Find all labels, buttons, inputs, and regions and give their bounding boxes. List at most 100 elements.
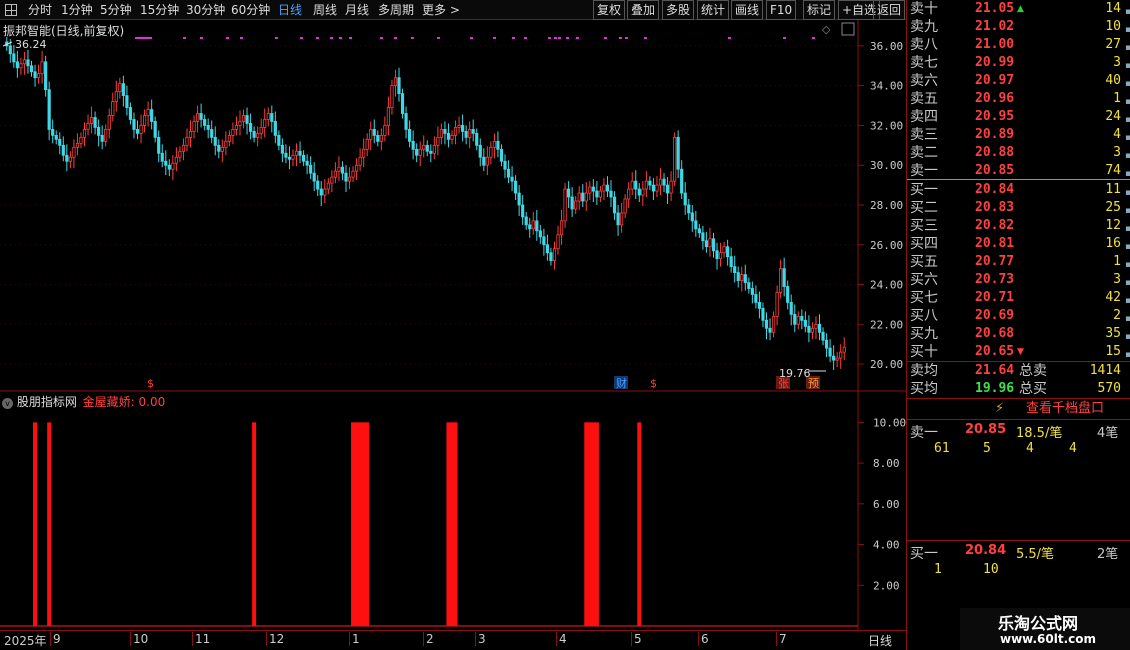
- candle-body: [75, 142, 80, 148]
- candle-body: [372, 129, 376, 136]
- buy-row-1[interactable]: 买二 20.83 25 ▪: [907, 199, 1130, 217]
- level-price: 20.73: [975, 272, 1015, 287]
- buy-row-6[interactable]: 买七 20.71 42 ▪: [907, 289, 1130, 307]
- level-volume: 35: [1105, 326, 1121, 341]
- period-tab-0[interactable]: 分时: [28, 1, 52, 19]
- candle-body: [627, 188, 631, 200]
- toolbar-action-4[interactable]: 画线: [731, 0, 764, 20]
- candle-body: [188, 131, 193, 138]
- candle-body: [379, 134, 383, 142]
- grid-icon[interactable]: [5, 4, 17, 16]
- candle-body: [662, 178, 666, 186]
- candle-body: [793, 313, 797, 325]
- sell-row-9[interactable]: 卖一 20.85 74 ▪: [907, 162, 1130, 180]
- buy-row-0[interactable]: 买一 20.84 11 ▪: [907, 181, 1130, 199]
- period-tab-7[interactable]: 周线: [313, 1, 337, 19]
- sell-row-3[interactable]: 卖七 20.99 3 ▪: [907, 54, 1130, 72]
- view-qiandang-button[interactable]: ⚡ 查看千档盘口: [907, 399, 1130, 418]
- signal-bar: [587, 422, 592, 626]
- candle-body: [634, 180, 638, 190]
- sell-row-0[interactable]: 卖十 21.05 14 ▪ ▲: [907, 0, 1130, 18]
- candle-body: [220, 146, 224, 152]
- indicator-y-label: 2.00: [873, 579, 900, 592]
- order-size: 5: [983, 441, 991, 456]
- candle-body: [757, 302, 762, 309]
- buy-row-3[interactable]: 买四 20.81 16 ▪: [907, 235, 1130, 253]
- candle-body: [15, 61, 19, 69]
- detail-price: 20.85: [965, 422, 1007, 437]
- period-tab-6[interactable]: 日线: [278, 1, 302, 19]
- candle-body: [711, 238, 716, 252]
- level-volume: 24: [1105, 109, 1121, 124]
- edge-marker-icon: ▪: [1125, 350, 1130, 360]
- toolbar-action-5[interactable]: F10: [766, 0, 797, 20]
- signal-dot: [275, 37, 278, 39]
- candle-body: [567, 188, 571, 198]
- candle-body: [362, 148, 366, 158]
- watermark-title: 乐淘公式网: [998, 614, 1079, 633]
- signal-bar: [351, 422, 356, 626]
- toolbar-action-3[interactable]: 统计: [697, 0, 730, 20]
- sell-row-7[interactable]: 卖三 20.89 4 ▪: [907, 126, 1130, 144]
- candle-body: [8, 45, 12, 55]
- candle-body: [114, 91, 118, 102]
- period-tab-1[interactable]: 1分钟: [61, 1, 93, 19]
- period-tab-9[interactable]: 多周期: [378, 1, 414, 19]
- top-toolbar: 分时 1分钟 5分钟 15分钟 30分钟 60分钟 日线 周线 月线 多周期 更多 > 复权 叠加 多股统…: [0, 0, 906, 20]
- period-tab-8[interactable]: 月线: [345, 1, 369, 19]
- candle-body: [531, 220, 535, 230]
- level-price: 20.68: [975, 326, 1015, 341]
- period-tab-5[interactable]: 60分钟: [231, 1, 270, 19]
- sell-row-8[interactable]: 卖二 20.88 3 ▪: [907, 144, 1130, 162]
- indicator-name[interactable]: 股朋指标网: [17, 395, 77, 409]
- candle-body: [503, 160, 507, 170]
- candlestick-chart[interactable]: ◇ 36.00 34.00 32.00 30.00 28.00 26.00 24.00 22.0…: [0, 20, 906, 392]
- candle-body: [595, 190, 599, 198]
- buy-row-2[interactable]: 买三 20.82 12 ▪: [907, 217, 1130, 235]
- candle-body: [365, 138, 369, 150]
- sell-row-1[interactable]: 卖九 21.02 10 ▪: [907, 18, 1130, 36]
- edge-marker-icon: ▪: [1125, 7, 1130, 17]
- level-volume: 42: [1105, 290, 1121, 305]
- candle-body: [326, 182, 330, 190]
- buy-row-9[interactable]: 买十 20.65 15 ▪ ▼: [907, 343, 1130, 361]
- toolbar-action-8[interactable]: 返回: [873, 0, 906, 20]
- buy-row-4[interactable]: 买五 20.77 1 ▪: [907, 253, 1130, 271]
- candle-body: [40, 61, 44, 75]
- event-mark: 财: [616, 376, 627, 390]
- toolbar-action-6[interactable]: 标记: [803, 0, 836, 20]
- chevron-down-icon[interactable]: v: [2, 398, 13, 409]
- candle-body: [301, 154, 306, 162]
- candle-body: [287, 156, 292, 160]
- indicator-chart[interactable]: 10.00 8.00 6.00 4.00 2.00: [0, 392, 906, 630]
- candle-body: [641, 188, 645, 196]
- signal-dot: [339, 37, 342, 39]
- buy-row-8[interactable]: 买九 20.68 35 ▪: [907, 325, 1130, 343]
- candle-body: [206, 125, 210, 130]
- candle-body: [351, 170, 355, 178]
- sell-row-6[interactable]: 卖四 20.95 24 ▪: [907, 108, 1130, 126]
- period-tab-3[interactable]: 15分钟: [140, 1, 179, 19]
- candle-body: [680, 168, 684, 194]
- candle-body: [754, 294, 758, 303]
- sell-row-5[interactable]: 卖五 20.96 1 ▪: [907, 90, 1130, 108]
- toolbar-action-0[interactable]: 复权: [593, 0, 626, 20]
- toolbar-action-1[interactable]: 叠加: [627, 0, 660, 20]
- level-name: 卖六: [910, 73, 938, 89]
- buy-row-7[interactable]: 买八 20.69 2 ▪: [907, 307, 1130, 325]
- candle-body: [12, 53, 16, 63]
- toolbar-action-2[interactable]: 多股: [662, 0, 695, 20]
- candle-body: [107, 115, 111, 130]
- candle-body: [72, 146, 76, 158]
- sell-row-4[interactable]: 卖六 20.97 40 ▪: [907, 72, 1130, 90]
- candle-body: [54, 134, 58, 140]
- detail-per-order: 18.5/笔: [1016, 426, 1063, 441]
- sell-row-2[interactable]: 卖八 21.00 27 ▪: [907, 36, 1130, 54]
- total-label: 总买: [1019, 381, 1047, 397]
- period-tab-4[interactable]: 30分钟: [186, 1, 225, 19]
- candle-body: [432, 144, 436, 154]
- period-tab-2[interactable]: 5分钟: [100, 1, 132, 19]
- candle-body: [478, 144, 482, 158]
- period-tab-10[interactable]: 更多 >: [422, 1, 460, 19]
- buy-row-5[interactable]: 买六 20.73 3 ▪: [907, 271, 1130, 289]
